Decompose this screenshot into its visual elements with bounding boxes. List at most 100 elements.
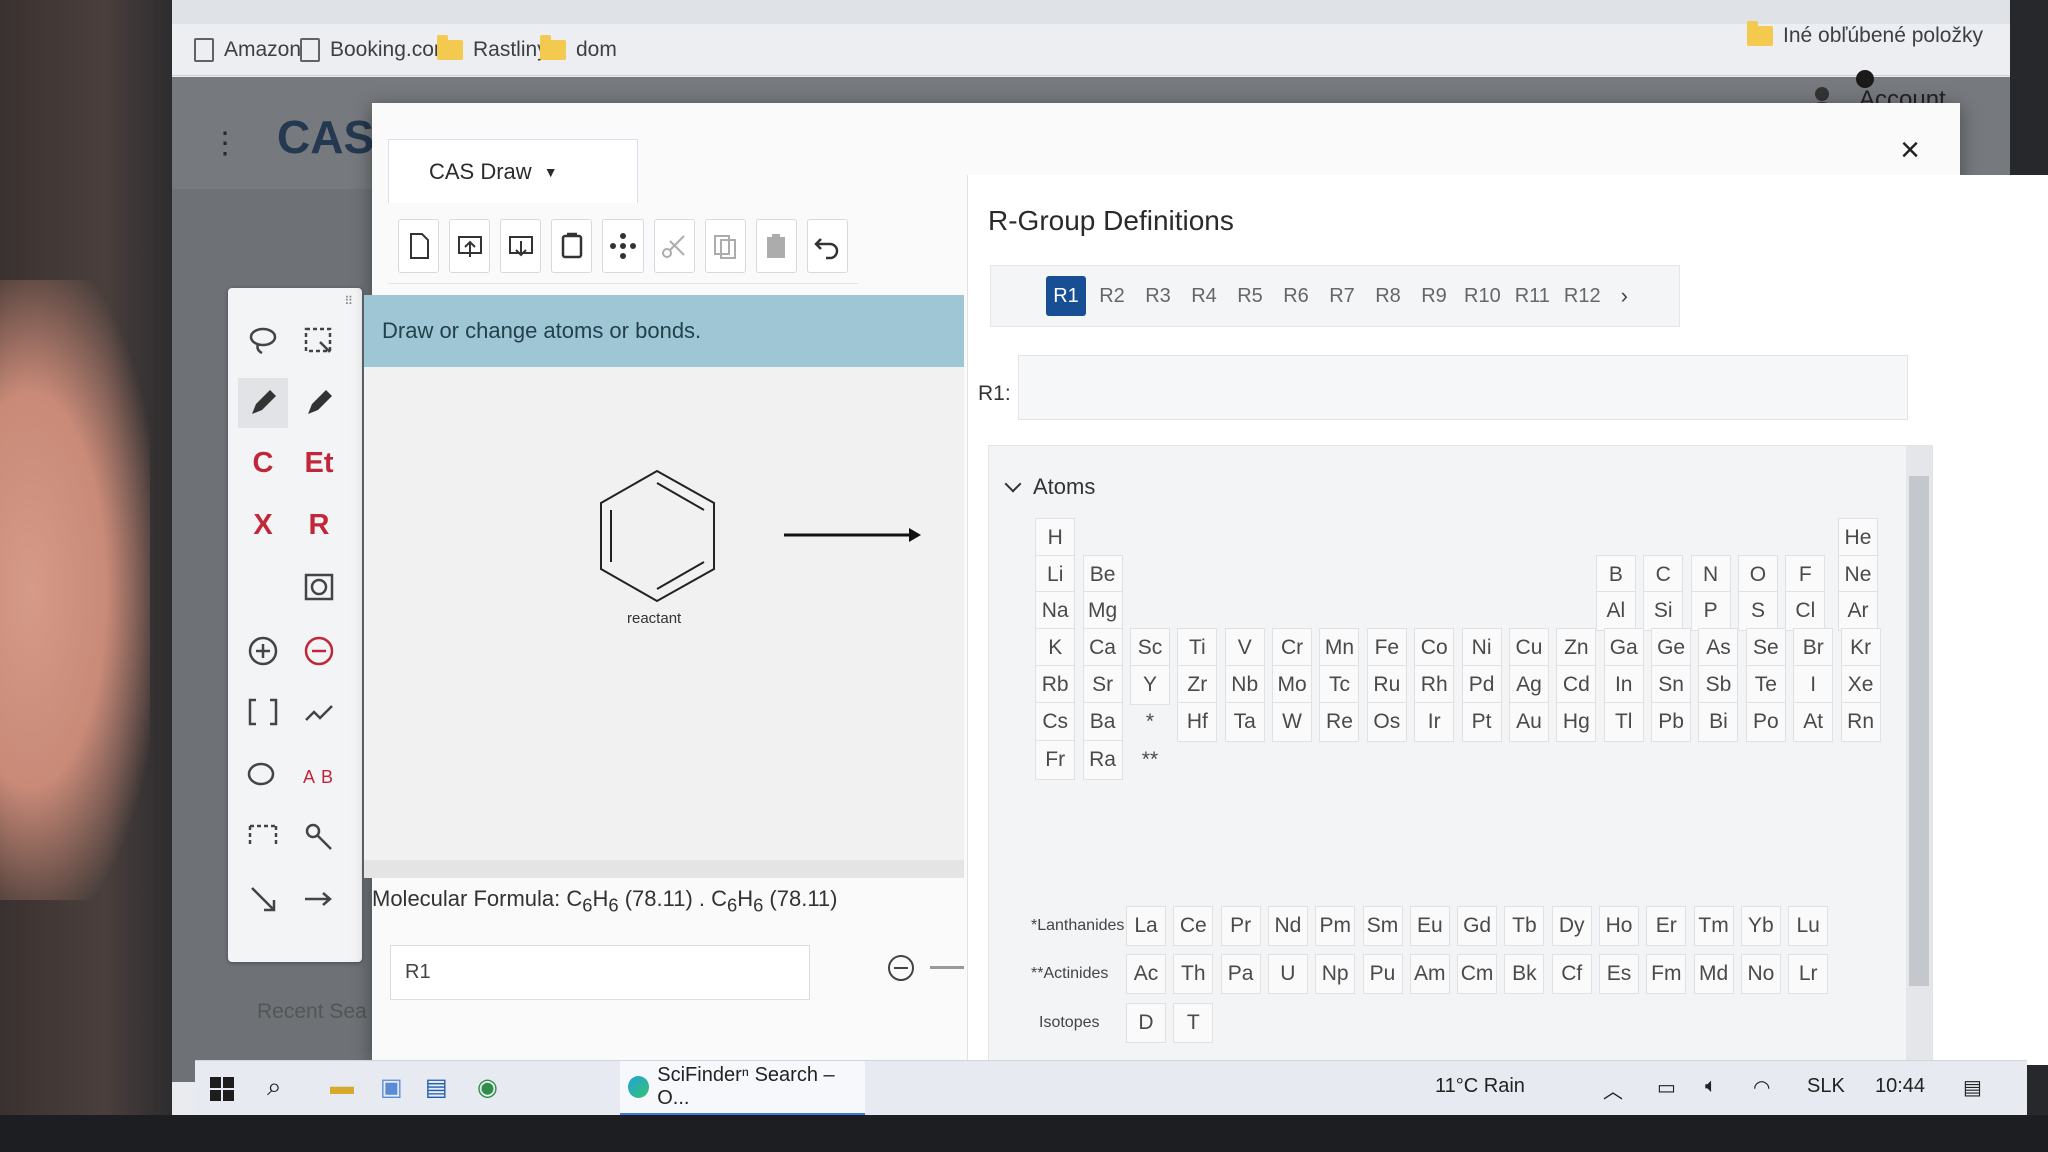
element-Dy[interactable]: Dy	[1551, 906, 1592, 946]
element-Yb[interactable]: Yb	[1740, 906, 1781, 946]
element-Pa[interactable]: Pa	[1220, 954, 1261, 994]
element-Ce[interactable]: Ce	[1173, 906, 1214, 946]
element-B[interactable]: B	[1595, 554, 1636, 595]
rgroup-tab[interactable]: R11	[1511, 276, 1554, 316]
clean-structure-icon[interactable]	[602, 218, 644, 273]
element-Sc[interactable]: Sc	[1129, 628, 1170, 669]
scrollbar-thumb[interactable]	[1909, 476, 1929, 986]
bond-cleave-icon[interactable]	[294, 812, 344, 862]
element-Ga[interactable]: Ga	[1603, 628, 1644, 669]
structure-name-field[interactable]: R1	[390, 945, 810, 1000]
bookmark-amazon[interactable]: Amazon	[194, 38, 301, 62]
element-Ir[interactable]: Ir	[1414, 701, 1455, 742]
element-W[interactable]: W	[1272, 701, 1313, 742]
element-Ra[interactable]: Ra	[1082, 740, 1123, 781]
file-explorer-icon[interactable]: ▬	[330, 1073, 354, 1101]
element-Fr[interactable]: Fr	[1035, 740, 1076, 781]
volume-icon[interactable]: 🔈︎	[1705, 1075, 1717, 1098]
rgroup-tab[interactable]: R12	[1560, 276, 1605, 316]
element-Hf[interactable]: Hf	[1177, 701, 1218, 742]
product-dropdown[interactable]: CAS Draw ▼	[388, 139, 638, 203]
element-Se[interactable]: Se	[1745, 628, 1786, 669]
element-Mn[interactable]: Mn	[1319, 628, 1360, 669]
element-Hg[interactable]: Hg	[1556, 701, 1597, 742]
element-Tm[interactable]: Tm	[1693, 906, 1734, 946]
rgroup-tab[interactable]: R1	[1046, 276, 1086, 316]
import-icon[interactable]	[449, 218, 491, 273]
element-Ni[interactable]: Ni	[1461, 628, 1502, 669]
element-Pb[interactable]: Pb	[1651, 701, 1692, 742]
weather-widget[interactable]: 11°C Rain	[1435, 1075, 1525, 1098]
word-icon[interactable]: ▤	[425, 1073, 448, 1102]
element-Po[interactable]: Po	[1745, 701, 1786, 742]
chevron-right-icon[interactable]: ›	[1621, 283, 1628, 309]
language-indicator[interactable]: SLK	[1807, 1075, 1845, 1098]
grip-icon[interactable]: ⠿	[344, 294, 353, 308]
start-button[interactable]	[210, 1077, 234, 1101]
element-Am[interactable]: Am	[1409, 954, 1450, 994]
element-Rh[interactable]: Rh	[1414, 664, 1455, 705]
element-Cr[interactable]: Cr	[1272, 628, 1313, 669]
element-Ge[interactable]: Ge	[1651, 628, 1692, 669]
chain-tool-icon[interactable]	[294, 688, 344, 738]
element-P[interactable]: P	[1690, 591, 1731, 632]
zoom-out-icon[interactable]	[888, 955, 914, 981]
element-Si[interactable]: Si	[1643, 591, 1684, 632]
copy-icon[interactable]	[704, 218, 746, 273]
bracket-icon[interactable]	[238, 688, 288, 738]
element-Cf[interactable]: Cf	[1551, 954, 1592, 994]
element-Gd[interactable]: Gd	[1457, 906, 1498, 946]
element-Th[interactable]: Th	[1173, 954, 1214, 994]
element-Pu[interactable]: Pu	[1362, 954, 1403, 994]
clock[interactable]: 10:44	[1875, 1075, 1925, 1098]
rgroup-tab[interactable]: R4	[1184, 276, 1224, 316]
zoom-slider[interactable]	[930, 966, 964, 969]
element-Ne[interactable]: Ne	[1837, 554, 1878, 595]
element-Cd[interactable]: Cd	[1556, 664, 1597, 705]
halogen-tool[interactable]: X	[238, 500, 288, 550]
element-Be[interactable]: Be	[1082, 554, 1123, 595]
element-Cs[interactable]: Cs	[1035, 701, 1076, 742]
element-Pt[interactable]: Pt	[1461, 701, 1502, 742]
element-Md[interactable]: Md	[1693, 954, 1734, 994]
element-Tc[interactable]: Tc	[1319, 664, 1360, 705]
bookmark-booking[interactable]: Booking.com	[300, 38, 451, 62]
bookmark-dom[interactable]: dom	[540, 35, 617, 62]
element-Te[interactable]: Te	[1745, 664, 1786, 705]
rgroup-definition-input[interactable]	[1018, 355, 1908, 420]
undo-icon[interactable]	[806, 218, 848, 273]
element-C[interactable]: C	[1643, 554, 1684, 595]
element-Sr[interactable]: Sr	[1082, 664, 1123, 705]
element-Cl[interactable]: Cl	[1785, 591, 1826, 632]
pencil-icon[interactable]	[294, 378, 344, 428]
element-Pd[interactable]: Pd	[1461, 664, 1502, 705]
element-Rb[interactable]: Rb	[1035, 664, 1076, 705]
bookmark-rastliny[interactable]: Rastliny	[437, 35, 548, 62]
clear-icon[interactable]	[551, 218, 593, 273]
canvas-horizontal-scrollbar[interactable]	[364, 860, 964, 878]
element-No[interactable]: No	[1740, 954, 1781, 994]
element-S[interactable]: S	[1737, 591, 1778, 632]
element-I[interactable]: I	[1793, 664, 1834, 705]
decrease-charge-icon[interactable]	[294, 626, 344, 676]
element-Fm[interactable]: Fm	[1646, 954, 1687, 994]
notifications-icon[interactable]: ▤	[1963, 1075, 1982, 1100]
element-Es[interactable]: Es	[1599, 954, 1639, 994]
ring-template-icon[interactable]	[294, 562, 344, 612]
carbon-atom-tool[interactable]: C	[238, 438, 288, 488]
element-Ag[interactable]: Ag	[1508, 664, 1549, 705]
new-document-icon[interactable]	[398, 218, 440, 273]
element-In[interactable]: In	[1603, 664, 1644, 705]
element-Zn[interactable]: Zn	[1556, 628, 1597, 669]
benzene-ring[interactable]	[600, 469, 715, 603]
element-D[interactable]: D	[1126, 1003, 1166, 1043]
bond-mark-icon[interactable]	[238, 874, 288, 924]
element-Al[interactable]: Al	[1595, 591, 1636, 632]
app-icon[interactable]: ◉	[477, 1073, 498, 1102]
element-K[interactable]: K	[1035, 628, 1076, 669]
atom-map-icon[interactable]: AB	[294, 750, 344, 800]
export-icon[interactable]	[500, 218, 542, 273]
element-Tl[interactable]: Tl	[1603, 701, 1644, 742]
element-Li[interactable]: Li	[1035, 554, 1076, 595]
reaction-center-icon[interactable]	[238, 812, 288, 862]
